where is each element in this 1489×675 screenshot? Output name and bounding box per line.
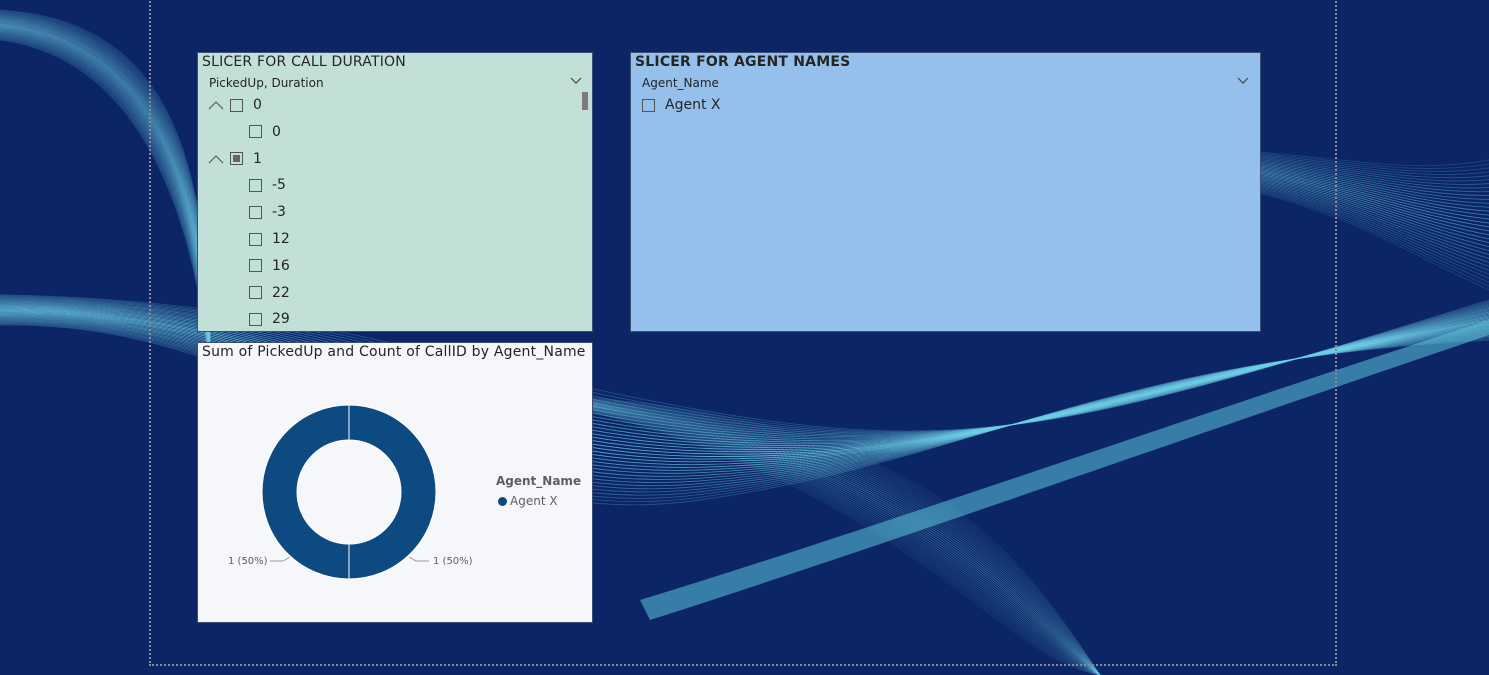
donut-slice[interactable] bbox=[261, 404, 350, 580]
data-label: 1 (50%) bbox=[433, 556, 473, 567]
legend-title: Agent_Name bbox=[496, 474, 582, 488]
checkbox[interactable] bbox=[230, 152, 243, 166]
slicer-item-label: -5 bbox=[272, 177, 286, 194]
slicer-item-label: 0 bbox=[253, 97, 262, 113]
chevron-up-icon[interactable] bbox=[208, 153, 224, 165]
chevron-down-icon[interactable] bbox=[568, 72, 584, 88]
checkbox[interactable] bbox=[249, 178, 262, 192]
slicer-header: PickedUp, Duration bbox=[209, 76, 324, 90]
leader-line bbox=[270, 556, 291, 562]
slicer-item-label: Agent X bbox=[665, 97, 721, 113]
slicer-item[interactable]: -5 bbox=[249, 174, 286, 196]
slicer-header: Agent_Name bbox=[642, 76, 719, 90]
chevron-up-icon[interactable] bbox=[208, 99, 224, 111]
legend-item[interactable]: Agent X bbox=[498, 494, 558, 508]
leader-line bbox=[408, 556, 429, 562]
slicer-item[interactable]: 22 bbox=[249, 282, 290, 304]
checkbox[interactable] bbox=[249, 125, 262, 139]
slicer-item-label: -3 bbox=[272, 204, 286, 221]
legend-marker bbox=[498, 496, 507, 506]
slicer-item-label: 12 bbox=[272, 231, 290, 247]
checkbox[interactable] bbox=[249, 312, 262, 326]
checkbox[interactable] bbox=[249, 232, 262, 246]
donut-chart[interactable]: Sum of PickedUp and Count of CallID by A… bbox=[197, 342, 593, 623]
slicer-title: SLICER FOR CALL DURATION bbox=[202, 54, 406, 70]
checkbox[interactable] bbox=[249, 205, 262, 219]
slicer-item[interactable]: Agent X bbox=[642, 94, 720, 116]
slicer-item-label: 29 bbox=[272, 311, 290, 328]
data-label: 1 (50%) bbox=[228, 556, 268, 567]
slicer-item-label: 16 bbox=[272, 257, 290, 274]
slicer-item[interactable]: 1 bbox=[208, 148, 262, 170]
slicer-item[interactable]: 0 bbox=[208, 94, 262, 116]
donut-slice[interactable] bbox=[348, 404, 437, 580]
checkbox[interactable] bbox=[249, 286, 262, 300]
chevron-down-icon[interactable] bbox=[1235, 72, 1251, 88]
slicer-item-label: 22 bbox=[272, 284, 290, 301]
slicer-item[interactable]: 0 bbox=[249, 121, 281, 143]
slicer-item[interactable]: -3 bbox=[249, 201, 286, 223]
checkbox[interactable] bbox=[230, 98, 243, 112]
legend-label: Agent X bbox=[510, 494, 558, 508]
checkbox[interactable] bbox=[249, 259, 262, 273]
slicer-item[interactable]: 29 bbox=[249, 308, 290, 330]
slicer-item[interactable]: 12 bbox=[249, 228, 290, 250]
slicer-agent-names[interactable]: SLICER FOR AGENT NAMES Agent_Name Agent … bbox=[630, 52, 1261, 332]
slicer-title: SLICER FOR AGENT NAMES bbox=[635, 54, 851, 70]
slicer-item-label: 1 bbox=[253, 150, 262, 167]
slicer-item[interactable]: 16 bbox=[249, 255, 290, 277]
checkbox[interactable] bbox=[642, 98, 655, 112]
slicer-call-duration[interactable]: SLICER FOR CALL DURATION PickedUp, Durat… bbox=[197, 52, 593, 332]
slicer-item-label: 0 bbox=[272, 123, 281, 140]
scrollbar[interactable] bbox=[582, 92, 588, 110]
